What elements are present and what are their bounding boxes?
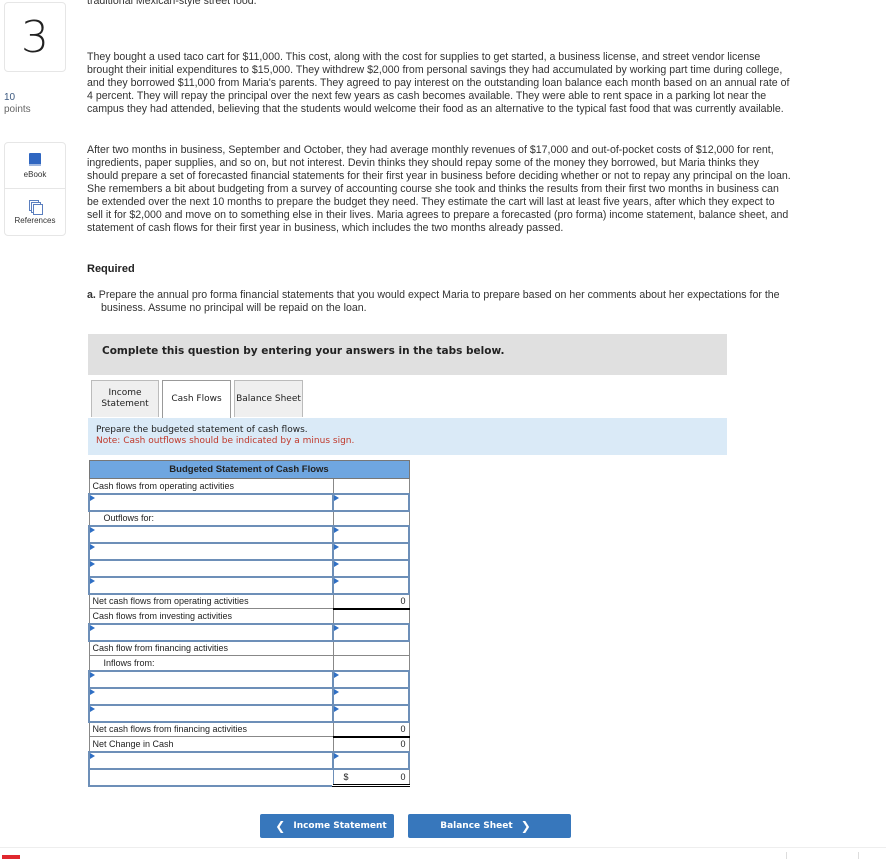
financing-amount-input-1[interactable] [334, 671, 412, 687]
footer-logo [2, 855, 20, 859]
financing-amount-input-2[interactable] [334, 688, 412, 704]
part-a-text: Prepare the annual pro forma financial s… [98, 289, 780, 314]
outflow-amount-input-1[interactable] [334, 526, 412, 542]
table-row [87, 622, 412, 642]
outflow-label-input-4[interactable] [90, 577, 337, 593]
beginning-cash-amount-input[interactable] [334, 752, 412, 768]
problem-paragraph-1: They bought a used taco cart for $11,000… [87, 51, 790, 115]
table-row: Net cash flows from financing activities… [88, 721, 410, 738]
table-row: Outflows for: [88, 510, 410, 526]
outflows-for-label: Outflows for: [88, 510, 334, 526]
references-icon [28, 199, 43, 215]
tab-cash-flows[interactable]: Cash Flows [162, 380, 231, 418]
operating-label-input-cell[interactable] [87, 492, 337, 512]
operating-amount-input-cell[interactable] [332, 492, 412, 512]
cash-flow-statement-table: Budgeted Statement of Cash Flows Cash fl… [87, 460, 412, 787]
outflow-label-input-3[interactable] [90, 560, 337, 576]
prev-button-label: Income Statement [293, 821, 387, 831]
chevron-left-icon: ❮ [275, 819, 286, 833]
table-row [87, 541, 412, 561]
net-change-value: 0 [332, 736, 410, 752]
ending-cash-value: 0 [400, 771, 406, 782]
next-button-label: Balance Sheet [440, 821, 513, 831]
tab-balance-sheet[interactable]: Balance Sheet [234, 380, 303, 417]
table-row [87, 558, 412, 578]
footer-divider [0, 847, 886, 848]
table-row [87, 703, 412, 723]
net-operating-label: Net cash flows from operating activities [88, 593, 334, 609]
operating-label-input[interactable] [90, 494, 337, 510]
financing-header: Cash flow from financing activities [88, 640, 334, 656]
table-row [87, 669, 412, 689]
required-part-a: a. Prepare the annual pro forma financia… [87, 289, 791, 315]
problem-paragraph-2: After two months in business, September … [87, 144, 791, 234]
ending-currency: $ [343, 771, 349, 782]
operating-header: Cash flows from operating activities [88, 478, 334, 494]
book-icon [29, 152, 41, 166]
outflow-label-input-1[interactable] [90, 526, 337, 542]
ebook-button[interactable]: eBook [5, 143, 65, 188]
table-row [87, 750, 412, 770]
statement-title: Budgeted Statement of Cash Flows [88, 460, 410, 479]
table-row: Net Change in Cash 0 [88, 736, 410, 752]
footer-separator [786, 852, 787, 859]
outflow-amount-input-2[interactable] [334, 543, 412, 559]
net-financing-label: Net cash flows from financing activities [88, 721, 334, 737]
question-number: 3 [4, 2, 66, 72]
points-label: points [4, 104, 31, 115]
info-prompt: Prepare the budgeted statement of cash f… [96, 425, 308, 435]
statement-tabs: Income Statement Cash Flows Balance Shee… [88, 380, 727, 419]
references-label: References [14, 215, 56, 225]
points-value: 10 [4, 92, 16, 103]
table-row: Inflows from: [88, 655, 410, 671]
financing-label-input-2[interactable] [90, 688, 337, 704]
points-info: 10 points [4, 92, 31, 116]
ending-cash-label-input[interactable] [93, 769, 334, 785]
prev-income-statement-button[interactable]: ❮ Income Statement [260, 814, 394, 838]
investing-label-input[interactable] [90, 624, 337, 640]
table-row [87, 686, 412, 706]
table-row: Net cash flows from operating activities… [88, 593, 410, 610]
info-box: Prepare the budgeted statement of cash f… [88, 418, 727, 455]
table-row: $0 [87, 767, 410, 787]
beginning-cash-label-input[interactable] [90, 752, 337, 768]
table-row: Cash flows from investing activities [88, 608, 410, 624]
table-row [87, 575, 412, 595]
table-row: Cash flow from financing activities [88, 640, 410, 656]
net-financing-value: 0 [332, 721, 410, 738]
instructions-banner: Complete this question by entering your … [88, 334, 727, 375]
footer-separator [858, 852, 859, 859]
net-operating-value: 0 [332, 593, 410, 610]
table-header-row: Budgeted Statement of Cash Flows [88, 460, 410, 479]
table-row [87, 524, 412, 544]
part-a-marker: a. [87, 289, 96, 301]
info-note: Note: Cash outflows should be indicated … [96, 436, 355, 446]
inflows-from-label: Inflows from: [88, 655, 334, 671]
chevron-right-icon: ❯ [520, 819, 531, 833]
references-button[interactable]: References [5, 188, 65, 234]
ending-cash-label-input-cell[interactable] [87, 767, 335, 787]
ending-cash-value-cell: $0 [332, 768, 410, 787]
required-heading: Required [87, 263, 135, 275]
financing-amount-input-3[interactable] [334, 705, 412, 721]
outflow-amount-input-4[interactable] [334, 577, 412, 593]
operating-amount-input[interactable] [334, 494, 412, 510]
table-row [87, 492, 412, 512]
next-balance-sheet-button[interactable]: Balance Sheet ❯ [408, 814, 571, 838]
ebook-label: eBook [23, 169, 47, 179]
outflow-amount-input-3[interactable] [334, 560, 412, 576]
investing-header: Cash flows from investing activities [88, 608, 334, 624]
tab-income-statement[interactable]: Income Statement [91, 380, 159, 417]
problem-cut-line: traditional Mexican-style street food. [87, 0, 257, 7]
investing-amount-input[interactable] [334, 624, 412, 640]
side-tools: eBook References [4, 142, 66, 236]
financing-label-input-1[interactable] [90, 671, 337, 687]
table-row: Cash flows from operating activities [88, 478, 410, 494]
net-change-label: Net Change in Cash [88, 736, 334, 752]
financing-label-input-3[interactable] [90, 705, 337, 721]
outflow-label-input-2[interactable] [90, 543, 337, 559]
